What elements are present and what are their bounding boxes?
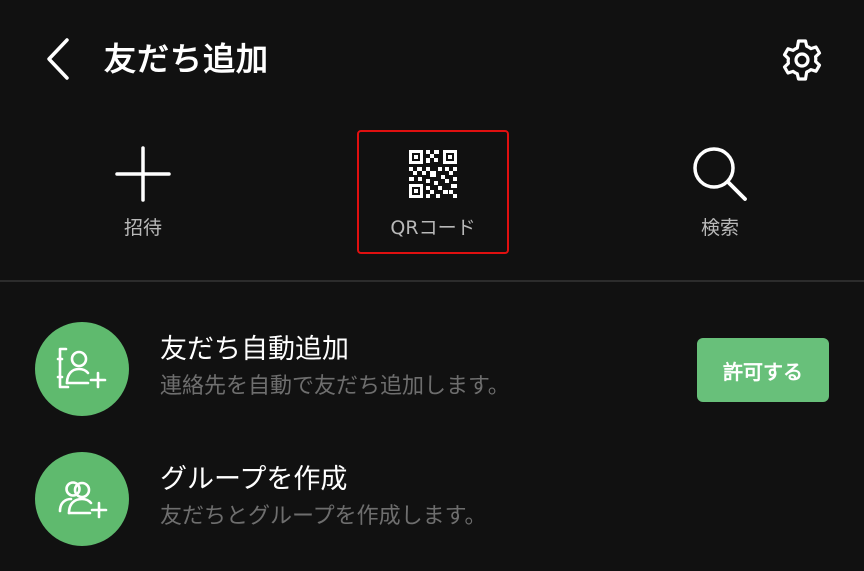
invite-button[interactable]: 招待 <box>67 130 219 254</box>
qr-code-label: QRコード <box>390 217 476 239</box>
search-label: 検索 <box>700 217 739 239</box>
invite-label: 招待 <box>123 217 162 239</box>
action-row: 招待 QRコード 検索 <box>0 118 864 280</box>
auto-add-title: 友だち自動追加 <box>160 334 349 365</box>
search-icon <box>690 144 750 204</box>
allow-button[interactable]: 許可する <box>697 338 829 402</box>
contact-add-icon <box>35 322 129 416</box>
back-button[interactable] <box>36 34 80 84</box>
plus-icon <box>113 144 173 204</box>
qr-code-icon <box>403 144 463 204</box>
add-friends-screen: 友だち追加 招待 QRコード 検索 友だち自動追加 連絡先を自動で友だち追加しま… <box>0 0 864 571</box>
list-item-auto-add-friends[interactable]: 友だち自動追加 連絡先を自動で友だち追加します。 許可する <box>0 302 864 416</box>
header-bar: 友だち追加 <box>0 0 864 118</box>
page-title: 友だち追加 <box>104 40 270 78</box>
chevron-left-icon <box>47 38 69 80</box>
create-group-subtitle: 友だちとグループを作成します。 <box>160 504 487 529</box>
gear-icon <box>782 39 822 81</box>
auto-add-subtitle: 連絡先を自動で友だち追加します。 <box>160 374 510 399</box>
group-add-icon <box>35 452 129 546</box>
list-item-create-group[interactable]: グループを作成 友だちとグループを作成します。 <box>0 436 864 546</box>
create-group-title: グループを作成 <box>160 464 348 495</box>
settings-button[interactable] <box>776 34 828 86</box>
section-divider <box>0 280 864 282</box>
search-button[interactable]: 検索 <box>644 130 796 254</box>
qr-code-button[interactable]: QRコード <box>357 130 509 254</box>
